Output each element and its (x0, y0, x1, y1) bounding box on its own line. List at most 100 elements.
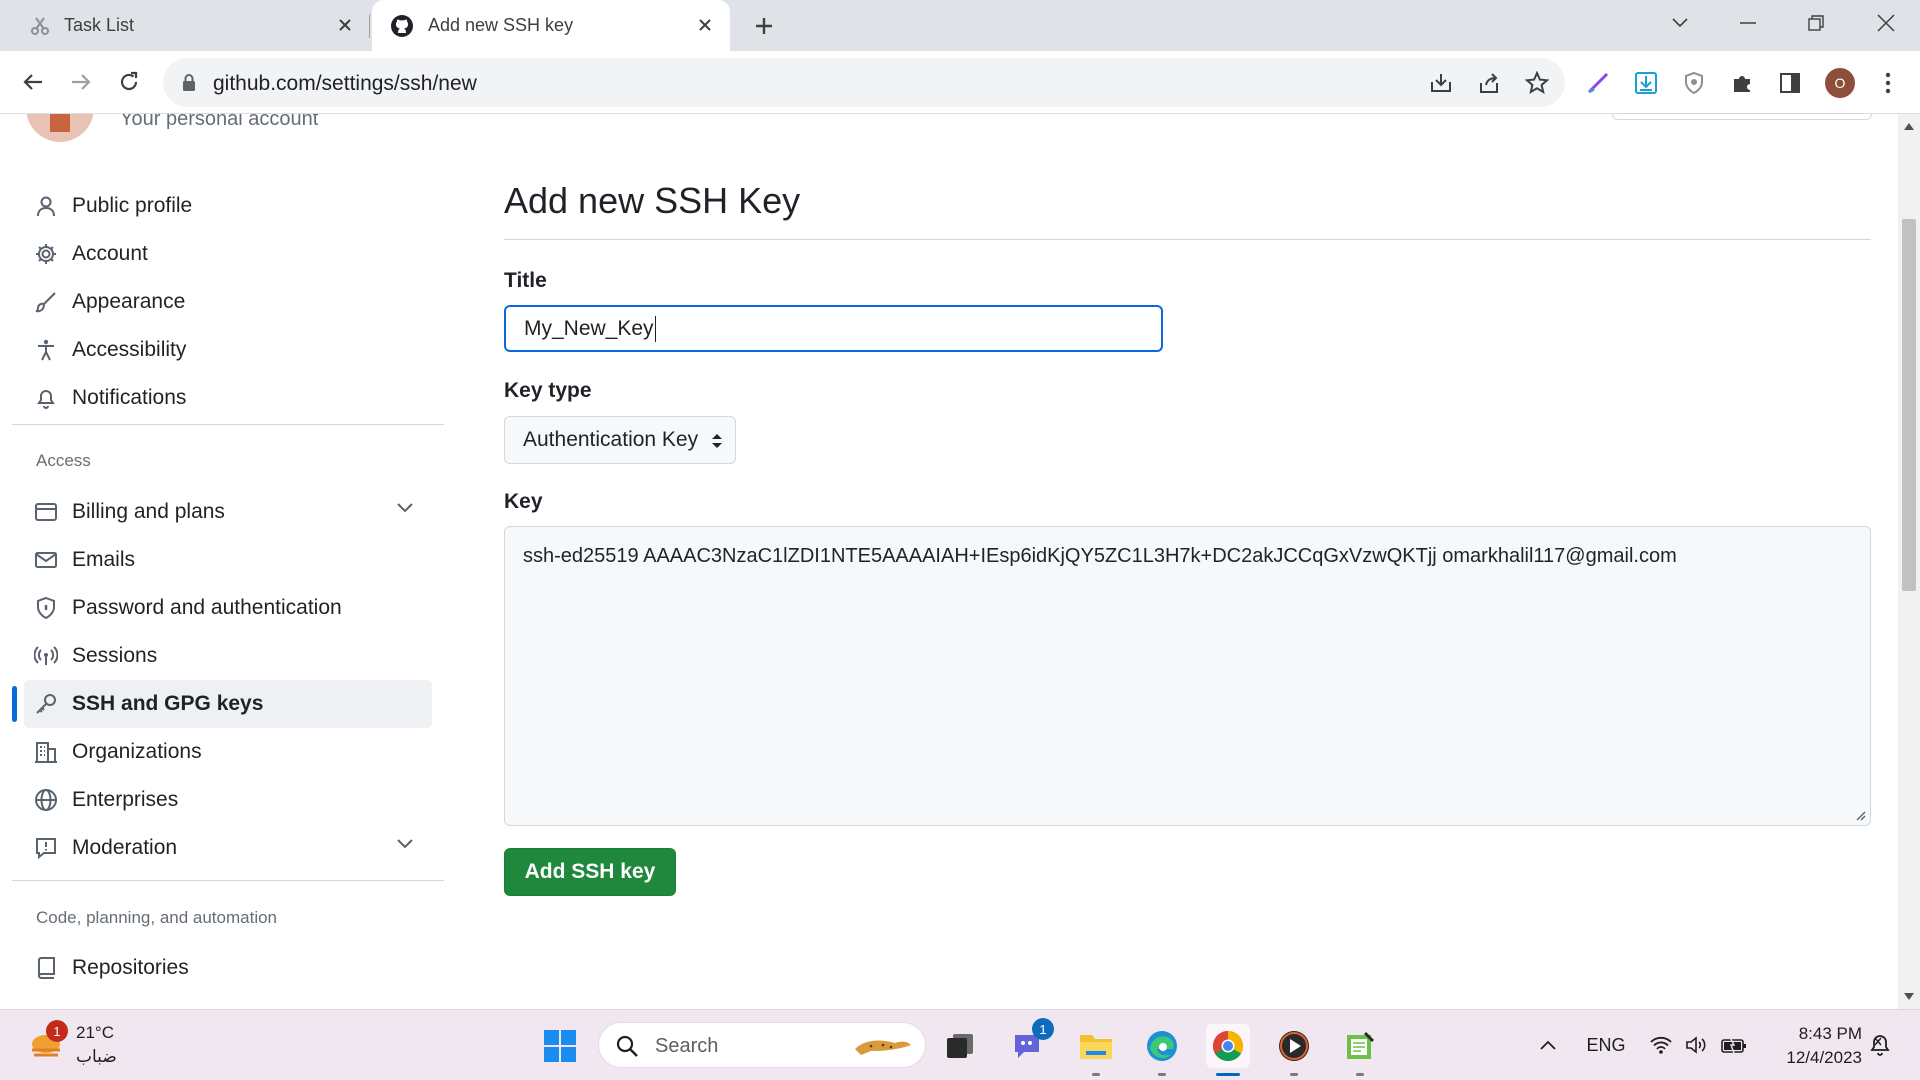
sidebar-item-label: Appearance (72, 290, 186, 313)
edge-browser-app[interactable] (1140, 1024, 1184, 1076)
task-view-button[interactable] (938, 1024, 982, 1068)
sidebar-item-password[interactable]: Password and authentication (24, 584, 432, 632)
repo-icon (37, 957, 55, 979)
edge-icon (1147, 1031, 1177, 1061)
chevron-down-icon (397, 503, 413, 513)
sidebar-item-label: Moderation (72, 836, 178, 859)
file-explorer-app[interactable] (1074, 1024, 1118, 1076)
install-app-icon[interactable] (1428, 70, 1454, 96)
close-icon (1877, 14, 1895, 32)
gear-icon (36, 244, 56, 264)
pen-extension-icon[interactable] (1585, 70, 1611, 96)
sidebar-item-account[interactable]: Account (24, 230, 432, 278)
weather-description[interactable]: ضباب (76, 1047, 117, 1067)
sidebar-item-moderation[interactable]: Moderation (24, 824, 432, 872)
select-arrows-icon (712, 434, 722, 448)
puzzle-extensions-icon[interactable] (1729, 70, 1755, 96)
go-to-profile-button[interactable] (1612, 114, 1872, 120)
sidebar-item-organizations[interactable]: Organizations (24, 728, 432, 776)
close-tab-icon[interactable] (694, 14, 716, 36)
play-icon (1279, 1031, 1309, 1061)
teams-chat-app[interactable]: 1 (1006, 1018, 1054, 1068)
restore-button[interactable] (1796, 8, 1836, 38)
page-content: Your personal account Public profile Acc… (0, 114, 1898, 1009)
back-button[interactable] (18, 67, 48, 97)
media-player-app[interactable] (1272, 1024, 1316, 1076)
notepad-app[interactable] (1338, 1024, 1382, 1076)
avatar[interactable] (26, 114, 94, 142)
sidebar-item-billing[interactable]: Billing and plans (24, 488, 432, 536)
system-clock[interactable]: 8:43 PM 12/4/2023 (1762, 1022, 1862, 1070)
address-bar[interactable]: github.com/settings/ssh/new (163, 58, 1565, 107)
language-indicator[interactable]: ENG (1586, 1032, 1626, 1058)
scroll-thumb[interactable] (1902, 219, 1916, 591)
tab-search-button[interactable] (1660, 8, 1700, 38)
title-input[interactable]: My_New_Key (504, 305, 1163, 352)
sidebar-item-label: SSH and GPG keys (72, 692, 264, 715)
restore-icon (1808, 15, 1824, 31)
sidebar-item-label: Notifications (72, 386, 187, 409)
reload-button[interactable] (114, 67, 144, 97)
folder-icon (1080, 1035, 1112, 1059)
taskbar-search[interactable]: Search (598, 1022, 926, 1068)
shield-extension-icon[interactable] (1681, 70, 1707, 96)
scroll-up-arrow[interactable] (1904, 123, 1914, 130)
profile-avatar[interactable]: O (1825, 68, 1855, 98)
sidebar-item-enterprises[interactable]: Enterprises (24, 776, 432, 824)
report-icon (36, 838, 56, 860)
sidebar-item-label: Account (72, 242, 148, 265)
paintbrush-icon (35, 292, 56, 313)
tab-task-list[interactable]: Task List (0, 0, 370, 51)
chat-badge: 1 (1032, 1018, 1054, 1040)
key-type-select[interactable]: Authentication Key (504, 416, 736, 464)
sidebar-item-emails[interactable]: Emails (24, 536, 432, 584)
side-panel-icon[interactable] (1777, 70, 1803, 96)
organization-icon (35, 742, 57, 763)
running-indicator (1092, 1073, 1100, 1076)
close-window-button[interactable] (1866, 8, 1906, 38)
kebab-menu-icon[interactable] (1875, 70, 1901, 96)
cheetah-search-art-icon (855, 1040, 911, 1055)
sidebar-item-label: Emails (72, 548, 136, 571)
sidebar-item-label: Accessibility (72, 338, 187, 361)
key-textarea[interactable]: ssh-ed25519 AAAAC3NzaC1lZDI1NTE5AAAAIAH+… (504, 526, 1871, 826)
tab-add-ssh-key[interactable]: Add new SSH key (372, 0, 730, 51)
new-tab-button[interactable] (750, 12, 778, 40)
wifi-icon[interactable] (1648, 1032, 1674, 1058)
title-field-label: Title (504, 269, 547, 292)
sidebar-item-accessibility[interactable]: Accessibility (24, 326, 432, 374)
sidebar-item-repositories[interactable]: Repositories (24, 944, 432, 992)
minimize-icon (1740, 22, 1756, 24)
chrome-browser-app[interactable] (1206, 1024, 1250, 1076)
sidebar-item-appearance[interactable]: Appearance (24, 278, 432, 326)
sidebar-item-sessions[interactable]: Sessions (24, 632, 432, 680)
lock-icon[interactable] (181, 73, 197, 93)
sidebar-item-notifications[interactable]: Notifications (24, 374, 432, 422)
close-tab-icon[interactable] (334, 14, 356, 36)
share-icon[interactable] (1476, 70, 1502, 96)
clock-time: 8:43 PM (1798, 1024, 1862, 1043)
forward-button[interactable] (66, 67, 96, 97)
running-indicator (1216, 1073, 1240, 1076)
download-extension-icon[interactable] (1633, 70, 1659, 96)
volume-icon[interactable] (1684, 1032, 1710, 1058)
notification-center-icon[interactable] (1868, 1032, 1892, 1058)
minimize-button[interactable] (1728, 8, 1768, 38)
show-hidden-icons-button[interactable] (1536, 1032, 1560, 1058)
text-caret (654, 315, 656, 342)
mail-icon (35, 552, 57, 568)
scroll-down-arrow[interactable] (1904, 993, 1914, 1000)
bookmark-star-icon[interactable] (1524, 70, 1550, 96)
battery-icon[interactable] (1720, 1032, 1748, 1058)
sidebar-item-label: Billing and plans (72, 500, 225, 523)
url-text[interactable]: github.com/settings/ssh/new (213, 72, 477, 96)
chevron-up-icon (1540, 1040, 1556, 1050)
add-ssh-key-button[interactable]: Add SSH key (504, 848, 676, 896)
sidebar-item-public-profile[interactable]: Public profile (24, 182, 432, 230)
page-scrollbar[interactable] (1898, 114, 1920, 1009)
key-type-value: Authentication Key (523, 428, 699, 451)
clock-date: 12/4/2023 (1786, 1048, 1862, 1067)
start-button[interactable] (538, 1024, 582, 1068)
sidebar-item-ssh-gpg-keys[interactable]: SSH and GPG keys (24, 680, 432, 728)
temperature-text[interactable]: 21°C (76, 1023, 114, 1043)
